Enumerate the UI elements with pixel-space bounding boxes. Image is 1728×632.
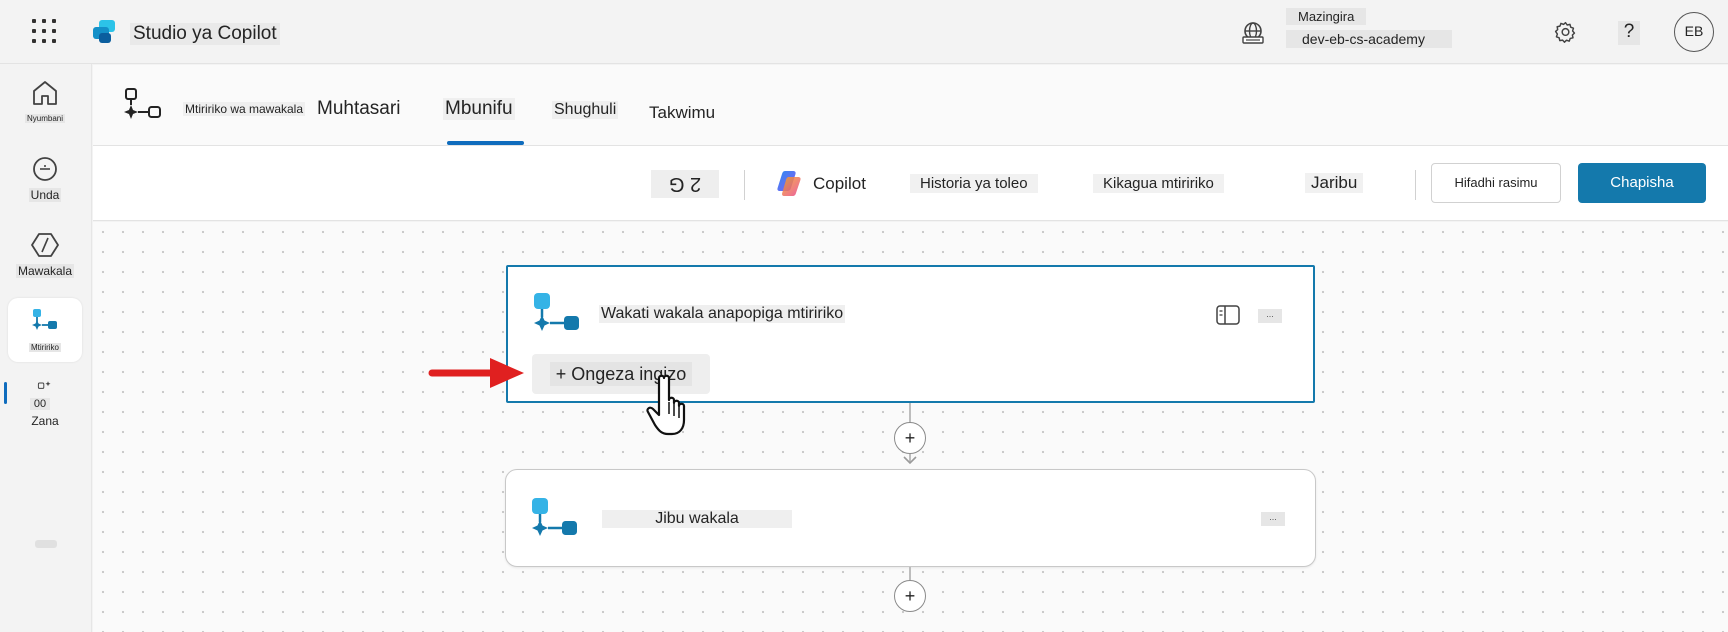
nav-item-home[interactable]: Nyumbani — [8, 78, 82, 126]
save-draft-button[interactable]: Hifadhi rasimu — [1431, 163, 1561, 203]
copilot-logo-icon — [777, 171, 801, 196]
tab-activity[interactable]: Shughuli — [552, 101, 619, 119]
create-icon — [33, 157, 57, 181]
nav-label-create: Unda — [28, 188, 62, 202]
environment-label: Mazingira — [1286, 8, 1367, 25]
nav-item-create[interactable]: Unda — [8, 154, 82, 204]
connector-line — [909, 403, 911, 423]
help-icon[interactable]: ? — [1618, 21, 1640, 45]
tools-badge: 00 — [30, 398, 50, 410]
trigger-node-icon — [534, 293, 579, 331]
nav-label-home: Nyumbani — [24, 114, 65, 123]
nav-item-agents[interactable]: Mawakala — [8, 230, 82, 280]
respond-more-options-button[interactable]: ... — [1261, 512, 1285, 526]
trigger-node[interactable]: Wakati wakala anapopiga mtiririko ... + … — [506, 265, 1315, 403]
user-avatar[interactable]: EB — [1674, 12, 1714, 52]
page-header: Mtiririko wa mawakala Muhtasari Mbunifu … — [93, 65, 1728, 146]
environment-name[interactable]: dev-eb-cs-academy — [1286, 30, 1452, 48]
agent-flow-icon — [124, 88, 161, 119]
more-nav-indicator — [35, 540, 57, 548]
respond-node-title: Jibu wakala — [602, 510, 792, 528]
flows-icon — [32, 309, 57, 330]
app-launcher-icon[interactable] — [32, 19, 58, 45]
home-icon — [33, 81, 57, 105]
tab-overview[interactable]: Muhtasari — [317, 98, 400, 120]
designer-toolbar: 2 G Copilot Historia ya toleo Kikagua mt… — [93, 146, 1728, 221]
active-tab-underline — [447, 141, 524, 145]
nav-label-tools: Zana — [31, 414, 59, 428]
connector-arrow-icon — [903, 456, 917, 465]
trigger-node-title: Wakati wakala anapopiga mtiririko — [599, 305, 846, 323]
app-title: Studio ya Copilot — [130, 23, 280, 45]
tools-icon — [37, 381, 51, 389]
left-navigation: Nyumbani Unda Mawakala Mtiririko 00 Zana — [0, 64, 92, 632]
nav-label-agents: Mawakala — [15, 264, 75, 278]
copilot-label: Copilot — [813, 174, 866, 193]
annotation-arrow-icon — [428, 358, 524, 388]
tab-designer[interactable]: Mbunifu — [443, 98, 515, 120]
respond-node[interactable]: Jibu wakala ... — [505, 469, 1316, 567]
flow-checker-button[interactable]: Kikagua mtiririko — [1093, 174, 1224, 193]
connector-line — [909, 567, 911, 580]
version-history-button[interactable]: Historia ya toleo — [910, 174, 1038, 193]
publish-button[interactable]: Chapisha — [1578, 163, 1706, 203]
copilot-studio-logo-icon — [93, 20, 115, 43]
side-panel-icon[interactable] — [1216, 305, 1240, 325]
trigger-more-options-button[interactable]: ... — [1258, 309, 1282, 323]
breadcrumb[interactable]: Mtiririko wa mawakala — [183, 102, 306, 116]
nav-item-flows[interactable]: Mtiririko — [8, 298, 82, 362]
toolbar-divider — [744, 170, 745, 200]
environment-icon[interactable] — [1240, 20, 1266, 46]
top-bar: Studio ya Copilot Mazingira dev-eb-cs-ac… — [0, 0, 1728, 64]
tab-analytics[interactable]: Takwimu — [649, 103, 715, 123]
nav-label-flows: Mtiririko — [29, 343, 61, 352]
settings-gear-icon[interactable] — [1553, 20, 1578, 45]
respond-node-icon — [532, 498, 577, 536]
active-nav-indicator — [4, 382, 7, 404]
agents-icon — [31, 233, 59, 257]
add-step-button-bottom[interactable]: + — [894, 580, 926, 612]
undo-redo-button[interactable]: 2 G — [651, 170, 719, 198]
toolbar-divider — [1415, 170, 1416, 200]
add-step-button[interactable]: + — [894, 422, 926, 454]
test-button[interactable]: Jaribu — [1305, 173, 1364, 193]
hand-cursor-icon — [646, 374, 686, 436]
nav-item-tools[interactable]: 00 Zana — [8, 380, 82, 430]
